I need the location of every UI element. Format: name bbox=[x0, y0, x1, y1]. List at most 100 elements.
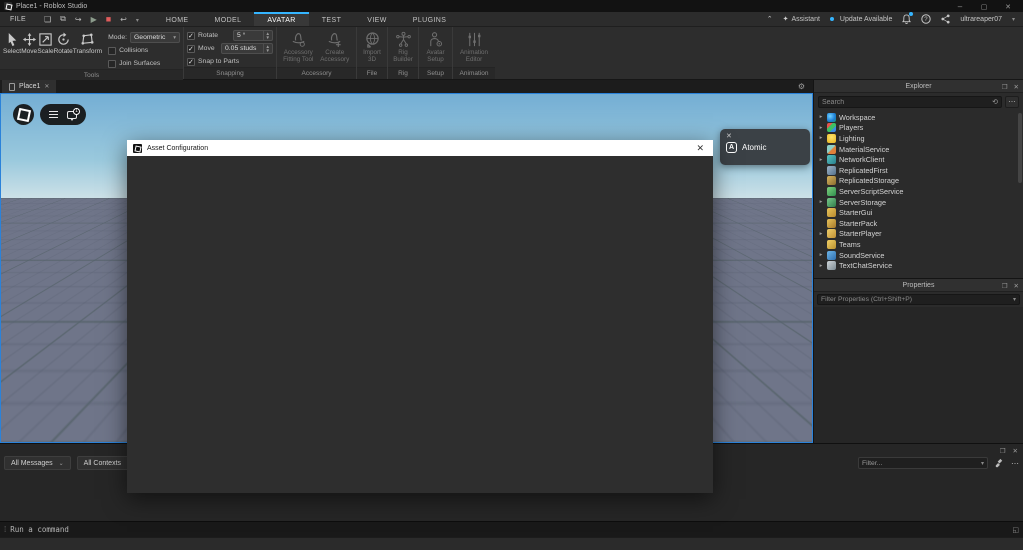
stepper-arrows-icon[interactable]: ▲▼ bbox=[263, 44, 272, 53]
minimize-button[interactable] bbox=[955, 2, 965, 11]
messages-filter-dropdown[interactable]: All Messages bbox=[4, 456, 71, 470]
tree-item-starter-gui[interactable]: StarterGui bbox=[814, 207, 1023, 218]
animation-editor-button[interactable]: Animation Editor bbox=[456, 29, 492, 63]
command-bar-expand-icon[interactable] bbox=[1012, 526, 1019, 534]
snap-to-parts-checkbox[interactable] bbox=[187, 58, 195, 66]
expand-arrow-icon[interactable] bbox=[818, 263, 824, 269]
tree-item-material-service[interactable]: MaterialService bbox=[814, 144, 1023, 155]
gear-icon[interactable] bbox=[798, 82, 805, 91]
explorer-scrollbar[interactable] bbox=[1018, 113, 1022, 183]
update-available-button[interactable]: Update Available bbox=[830, 16, 892, 23]
assistant-button[interactable]: Assistant bbox=[783, 15, 820, 23]
notifications-button[interactable] bbox=[902, 14, 911, 24]
undo-icon[interactable] bbox=[120, 15, 127, 24]
properties-filter-input[interactable] bbox=[821, 296, 1013, 303]
tab-plugins[interactable]: PLUGINS bbox=[400, 12, 460, 26]
transform-tool-button[interactable]: Transform bbox=[73, 29, 102, 55]
expand-arrow-icon[interactable] bbox=[818, 125, 824, 131]
float-panel-icon[interactable] bbox=[1002, 83, 1008, 91]
command-input[interactable] bbox=[10, 525, 1008, 534]
username[interactable]: ultrareaper07 bbox=[960, 16, 1002, 23]
place-tab[interactable]: Place1 bbox=[2, 80, 56, 93]
clear-output-icon[interactable] bbox=[994, 458, 1005, 469]
tree-item-text-chat-service[interactable]: TextChatService bbox=[814, 260, 1023, 271]
rig-builder-button[interactable]: Rig Builder bbox=[391, 29, 415, 63]
tree-item-replicated-first[interactable]: ReplicatedFirst bbox=[814, 165, 1023, 176]
tab-view[interactable]: VIEW bbox=[354, 12, 400, 26]
close-panel-icon[interactable] bbox=[1014, 83, 1019, 91]
tree-item-server-script-service[interactable]: ServerScriptService bbox=[814, 186, 1023, 197]
chat-icon[interactable]: 1 bbox=[67, 111, 77, 119]
import-3d-button[interactable]: Import 3D bbox=[360, 29, 384, 63]
rotate-snap-stepper[interactable]: 5 °▲▼ bbox=[233, 30, 273, 41]
tree-item-workspace[interactable]: Workspace bbox=[814, 112, 1023, 123]
tab-close-icon[interactable] bbox=[44, 83, 49, 90]
maximize-button[interactable] bbox=[979, 2, 989, 11]
redo-icon[interactable] bbox=[75, 15, 82, 24]
output-options-icon[interactable] bbox=[1011, 459, 1019, 468]
tree-item-starter-pack[interactable]: StarterPack bbox=[814, 218, 1023, 229]
expand-arrow-icon[interactable] bbox=[818, 157, 824, 163]
play-icon[interactable] bbox=[91, 15, 97, 24]
new-file-icon[interactable] bbox=[44, 15, 51, 24]
quick-access-dropdown-icon[interactable] bbox=[136, 15, 139, 24]
create-accessory-button[interactable]: Create Accessory bbox=[317, 29, 354, 63]
move-snap-stepper[interactable]: 0.05 studs▲▼ bbox=[221, 43, 273, 54]
explorer-options-button[interactable] bbox=[1005, 96, 1019, 108]
tab-avatar[interactable]: AVATAR bbox=[254, 12, 308, 26]
output-filter-input[interactable] bbox=[862, 460, 981, 467]
properties-filter-box[interactable] bbox=[817, 294, 1020, 305]
move-tool-button[interactable]: Move bbox=[21, 29, 37, 55]
scale-tool-button[interactable]: Scale bbox=[37, 29, 53, 55]
expand-arrow-icon[interactable] bbox=[818, 135, 824, 141]
tree-item-players[interactable]: Players bbox=[814, 123, 1023, 134]
tree-item-sound-service[interactable]: SoundService bbox=[814, 250, 1023, 261]
tree-item-starter-player[interactable]: StarterPlayer bbox=[814, 229, 1023, 240]
tree-item-server-storage[interactable]: ServerStorage bbox=[814, 197, 1023, 208]
roblox-menu-button[interactable] bbox=[13, 104, 34, 125]
expand-arrow-icon[interactable] bbox=[818, 252, 824, 258]
tab-test[interactable]: TEST bbox=[309, 12, 355, 26]
close-panel-icon[interactable] bbox=[1013, 447, 1018, 455]
share-icon[interactable] bbox=[941, 14, 950, 24]
tree-item-teams[interactable]: Teams bbox=[814, 239, 1023, 250]
dialog-close-icon[interactable] bbox=[693, 143, 707, 154]
mode-dropdown[interactable]: Geometric bbox=[130, 32, 180, 43]
float-panel-icon[interactable] bbox=[1000, 447, 1006, 455]
tree-item-lighting[interactable]: Lighting bbox=[814, 133, 1023, 144]
expand-arrow-icon[interactable] bbox=[818, 231, 824, 237]
open-file-icon[interactable] bbox=[60, 14, 66, 24]
file-menu[interactable]: FILE bbox=[0, 12, 36, 26]
expand-arrow-icon[interactable] bbox=[818, 114, 824, 120]
collapse-ribbon-icon[interactable] bbox=[767, 15, 773, 23]
avatar-setup-button[interactable]: Avatar Setup bbox=[422, 29, 449, 63]
atomic-floating-window[interactable]: A Atomic bbox=[720, 129, 810, 165]
expand-arrow-icon[interactable] bbox=[818, 199, 824, 205]
tab-model[interactable]: MODEL bbox=[202, 12, 255, 26]
snap-rotate-checkbox[interactable] bbox=[187, 32, 195, 40]
hamburger-menu-icon[interactable] bbox=[49, 111, 58, 118]
close-button[interactable] bbox=[1003, 2, 1013, 11]
tab-home[interactable]: HOME bbox=[153, 12, 202, 26]
history-icon[interactable] bbox=[992, 98, 998, 106]
account-dropdown-icon[interactable] bbox=[1012, 16, 1015, 23]
float-panel-icon[interactable] bbox=[1002, 282, 1008, 290]
join-surfaces-checkbox[interactable] bbox=[108, 60, 116, 68]
close-panel-icon[interactable] bbox=[1014, 282, 1019, 290]
atomic-close-icon[interactable] bbox=[726, 133, 732, 140]
dialog-titlebar[interactable]: Asset Configuration bbox=[127, 140, 713, 156]
help-icon[interactable]: ? bbox=[921, 14, 931, 24]
tree-item-network-client[interactable]: NetworkClient bbox=[814, 154, 1023, 165]
tree-item-replicated-storage[interactable]: ReplicatedStorage bbox=[814, 176, 1023, 187]
explorer-search-box[interactable] bbox=[818, 96, 1002, 108]
select-tool-button[interactable]: Select bbox=[3, 29, 21, 55]
stop-icon[interactable] bbox=[106, 14, 111, 24]
search-input[interactable] bbox=[822, 99, 992, 106]
accessory-fitting-tool-button[interactable]: Accessory Fitting Tool bbox=[280, 29, 317, 63]
rotate-tool-button[interactable]: Rotate bbox=[54, 29, 73, 55]
collisions-checkbox[interactable] bbox=[108, 47, 116, 55]
output-filter-box[interactable] bbox=[858, 457, 988, 469]
snap-move-checkbox[interactable] bbox=[187, 45, 195, 53]
drag-grip-icon[interactable] bbox=[4, 525, 6, 534]
stepper-arrows-icon[interactable]: ▲▼ bbox=[263, 31, 272, 40]
